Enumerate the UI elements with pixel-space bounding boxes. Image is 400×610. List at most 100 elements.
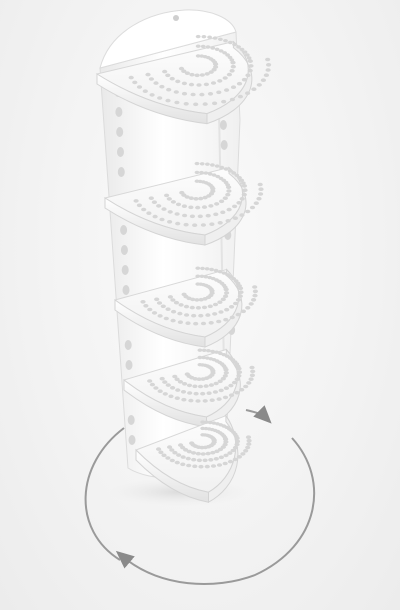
- shelf-hole: [194, 170, 200, 175]
- shelf-hole: [188, 205, 194, 210]
- shelf-hole: [193, 391, 199, 396]
- shelf-hole: [223, 317, 229, 322]
- shelf-hole: [145, 72, 151, 77]
- shelf-hole: [210, 369, 216, 373]
- shelf-hole: [240, 452, 246, 456]
- shelf-hole: [195, 451, 201, 456]
- shelf-hole: [174, 100, 180, 105]
- shelf-hole: [212, 36, 218, 40]
- shelf-hole: [195, 205, 201, 210]
- shelf-hole: [157, 314, 163, 318]
- shelf-hole: [245, 73, 251, 78]
- shelf-hole: [180, 390, 187, 394]
- shelf-hole: [246, 442, 252, 446]
- shelf-hole: [235, 298, 242, 302]
- shelf-hole: [190, 92, 196, 97]
- shelf-hole: [181, 204, 187, 208]
- post-hole: [128, 435, 136, 445]
- shelf-hole: [206, 349, 211, 353]
- shelf-hole: [207, 35, 213, 39]
- shelf-hole: [258, 192, 264, 196]
- shelf-hole: [192, 464, 198, 469]
- shelf-hole: [142, 89, 148, 93]
- shelf-hole: [165, 383, 171, 387]
- shelf-hole: [181, 81, 187, 86]
- shelf-hole: [221, 99, 227, 104]
- shelf-hole: [187, 391, 193, 395]
- shelf-hole: [170, 318, 176, 323]
- shelf-hole: [223, 287, 229, 292]
- shelf-hole: [225, 219, 231, 223]
- hang-hole: [173, 15, 179, 21]
- shelf-hole: [245, 306, 251, 310]
- shelf-hole: [226, 185, 232, 189]
- shelf-hole: [218, 455, 224, 460]
- shelf-hole: [185, 456, 191, 461]
- shelf-hole: [170, 298, 176, 302]
- shelf-hole: [213, 268, 219, 273]
- shelf-hole: [132, 80, 138, 85]
- shelf-hole: [168, 394, 174, 399]
- shelf-hole: [266, 63, 272, 67]
- shelf-hole: [156, 301, 163, 305]
- shelf-hole: [192, 223, 198, 227]
- shelf-hole: [212, 101, 218, 106]
- shelf-hole: [152, 214, 158, 219]
- shelf-hole: [157, 96, 163, 100]
- shelf-hole: [202, 102, 208, 106]
- shelf-hole: [205, 45, 211, 49]
- shelf-hole: [173, 90, 179, 94]
- post-hole: [121, 265, 129, 275]
- shelf-hole: [230, 85, 237, 89]
- shelf-hole: [246, 438, 252, 443]
- shelf-hole: [197, 214, 203, 219]
- shelf-hole: [178, 303, 184, 307]
- shelf-hole: [241, 192, 247, 197]
- shelf-hole: [189, 72, 195, 77]
- shelf-hole: [249, 205, 256, 210]
- shelf-hole: [229, 305, 235, 309]
- shelf-hole: [244, 53, 250, 57]
- shelf-hole: [223, 167, 229, 171]
- shelf-hole: [232, 445, 239, 450]
- shelf-hole: [175, 221, 181, 226]
- shelf-hole: [236, 374, 242, 378]
- shelf-hole: [157, 389, 163, 394]
- shelf-hole: [198, 196, 204, 201]
- shelf-hole: [159, 376, 165, 381]
- shelf-hole: [222, 196, 228, 200]
- shelf-hole: [227, 40, 233, 45]
- shelf-hole: [195, 34, 201, 39]
- shelf-hole: [153, 81, 159, 85]
- shelf-hole: [204, 267, 210, 271]
- shelf-hole: [196, 458, 202, 463]
- shelf-hole: [258, 187, 264, 191]
- shelf-hole: [161, 453, 167, 458]
- shelf-hole: [200, 223, 206, 227]
- shelf-hole: [194, 73, 200, 78]
- shelf-hole: [147, 307, 153, 312]
- shelf-hole: [193, 321, 199, 326]
- shelf-hole: [237, 94, 243, 99]
- shelf-hole: [243, 449, 249, 453]
- shelf-hole: [200, 452, 206, 456]
- shelf-hole: [250, 369, 256, 374]
- shelf-hole: [230, 64, 236, 69]
- shelf-hole: [217, 79, 223, 83]
- shelf-hole: [151, 311, 158, 315]
- shelf-hole: [210, 464, 217, 468]
- shelf-hole: [208, 204, 214, 208]
- post-hole: [117, 167, 125, 177]
- shelf-hole: [228, 383, 234, 388]
- shelf-hole: [224, 88, 230, 92]
- shelf-hole: [223, 386, 229, 391]
- shelf-hole: [265, 57, 271, 62]
- shelf-hole: [210, 46, 216, 50]
- shelf-hole: [165, 307, 171, 312]
- shelf-hole: [218, 388, 224, 393]
- shelf-hole: [212, 390, 218, 394]
- shelf-hole: [193, 102, 199, 107]
- shelf-hole: [256, 83, 262, 87]
- shelf-hole: [192, 384, 198, 389]
- shelf-hole: [239, 387, 245, 392]
